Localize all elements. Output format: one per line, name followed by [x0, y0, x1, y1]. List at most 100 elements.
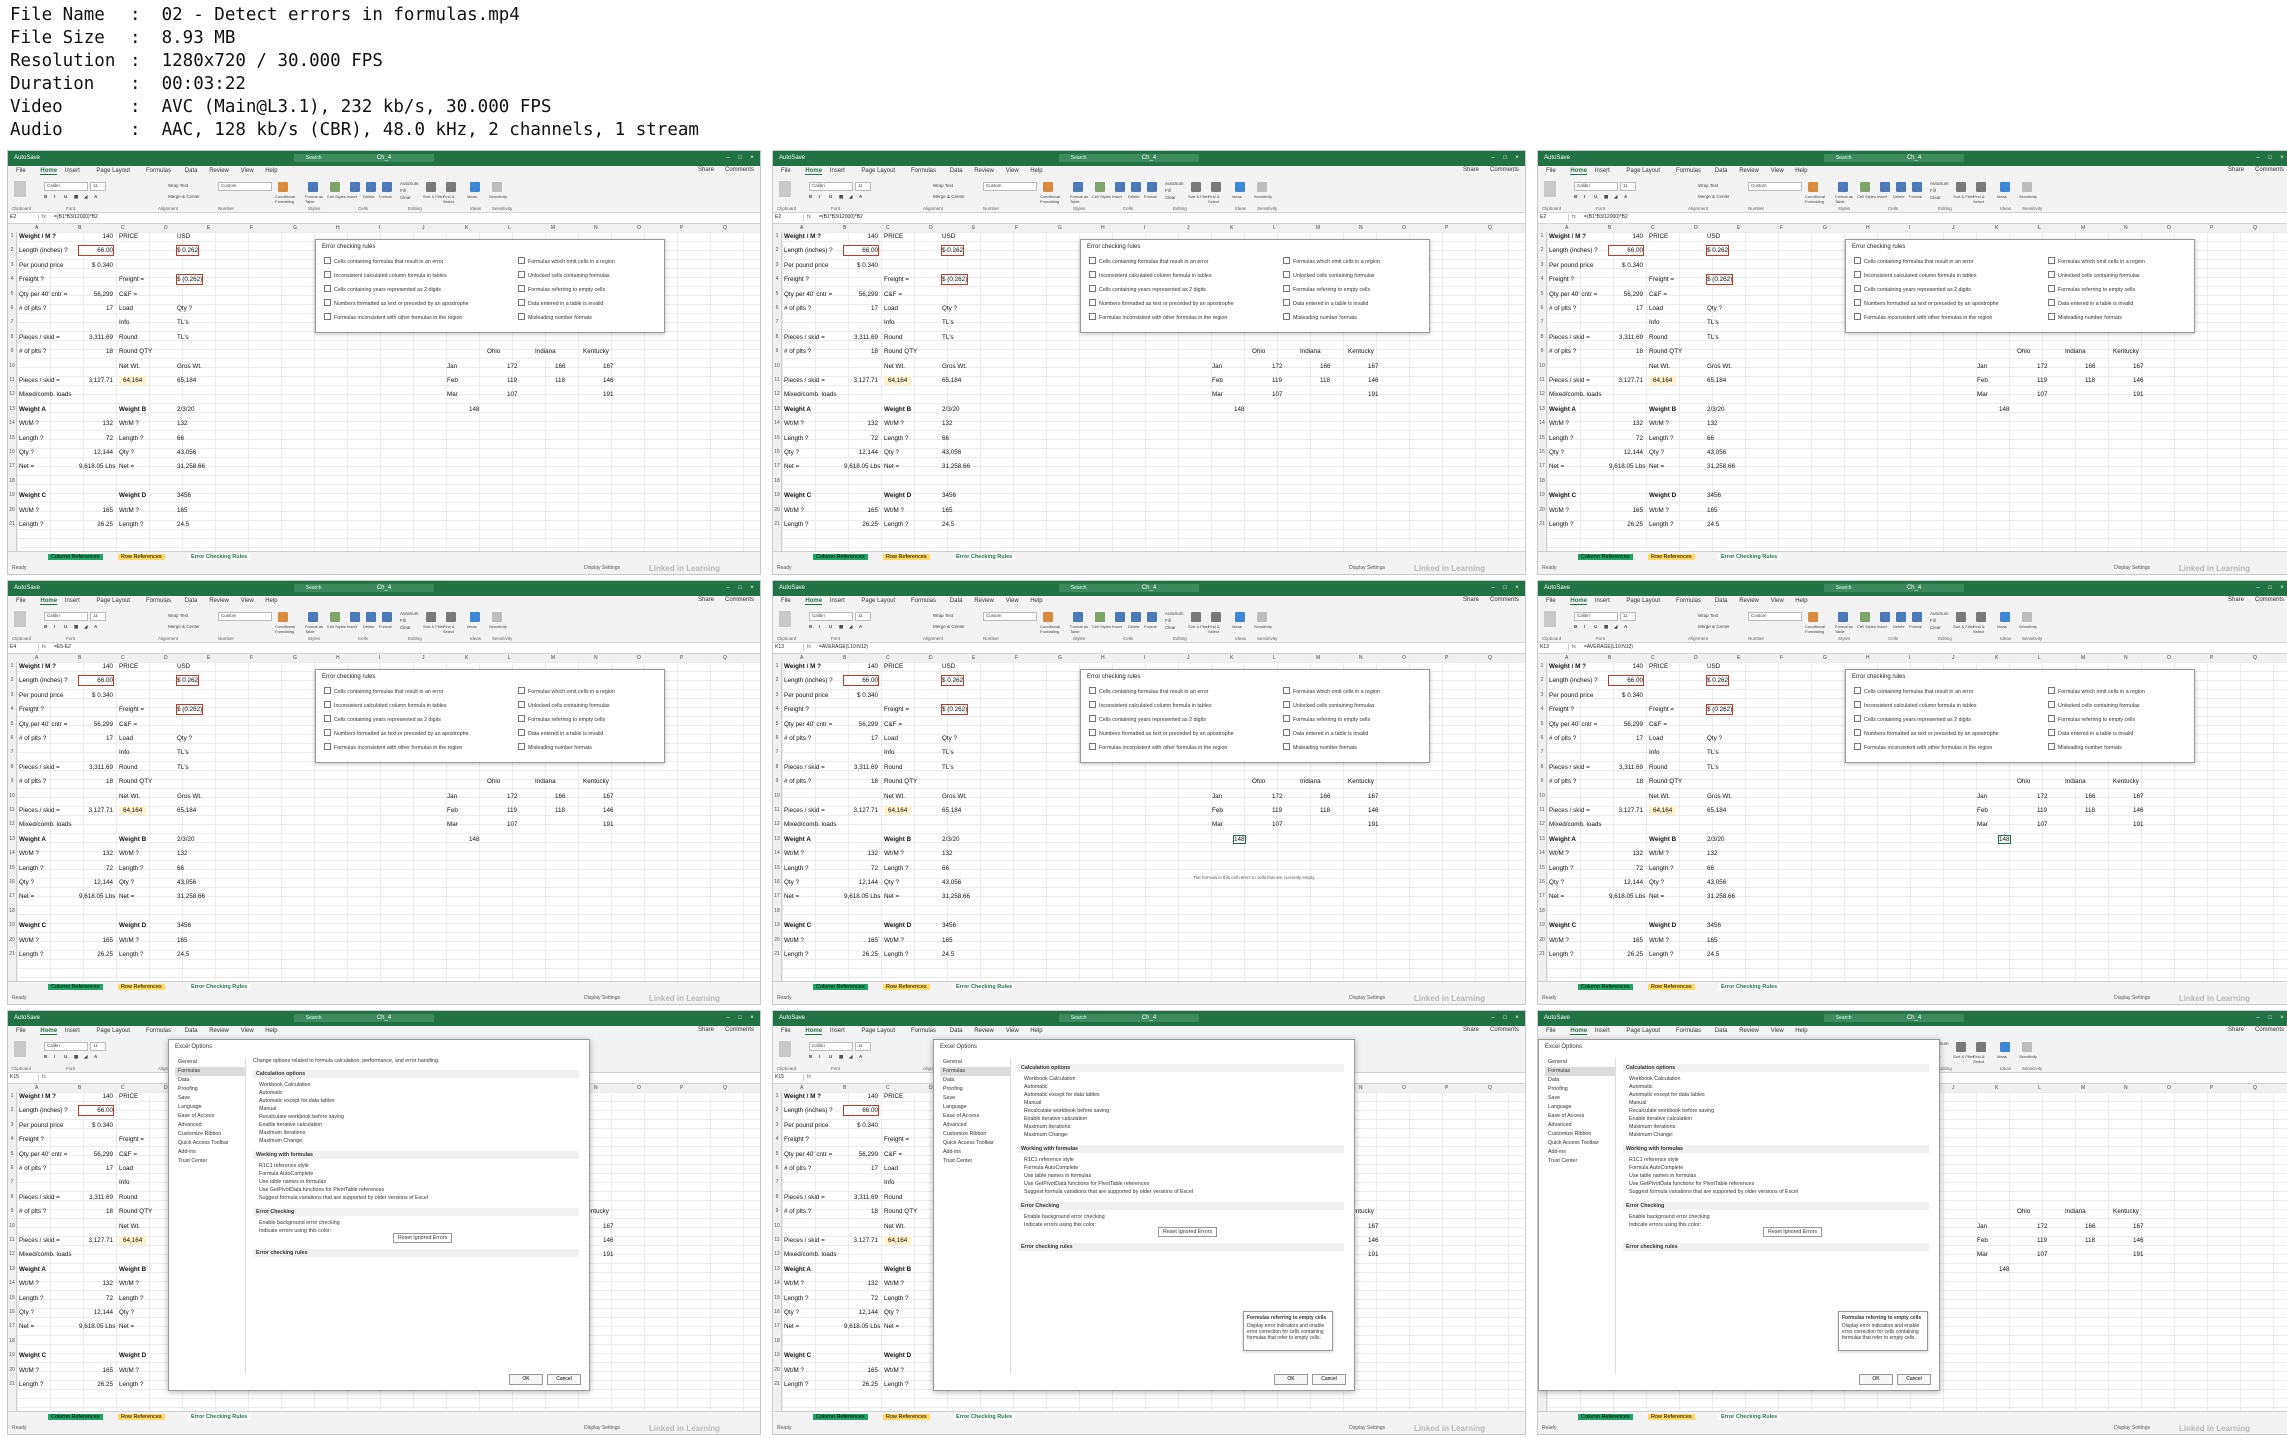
column-header[interactable]: J [422, 655, 425, 661]
cell-label-2[interactable]: Net = [884, 462, 899, 471]
share-button[interactable]: Share [698, 1027, 714, 1033]
sheet-tab-3[interactable]: Error Checking Rules [953, 1414, 1016, 1420]
search-box[interactable]: Search [1823, 584, 1964, 592]
rule-checkbox[interactable]: Unlocked cells containing formulas [2048, 701, 2140, 709]
cell-value[interactable]: 9,618.05 Lbs [1609, 462, 1645, 471]
tab-formulas[interactable]: Formulas [1676, 168, 1701, 174]
cell-label-2[interactable]: Round [884, 763, 903, 772]
cell-value-2[interactable]: TL's [177, 748, 189, 757]
error-option[interactable]: Enable background error checking [1018, 1213, 1344, 1221]
underline-icon[interactable]: U [829, 1054, 832, 1059]
tab-formulas[interactable]: Formulas [911, 168, 936, 174]
reset-ignored-errors-button[interactable]: Reset Ignored Errors [393, 1233, 453, 1243]
cell-label-2[interactable]: Length ? [119, 434, 144, 443]
cell-label[interactable]: Length ? [19, 1294, 44, 1303]
format-cells-button[interactable] [1147, 612, 1157, 622]
ok-button[interactable]: OK [509, 1374, 543, 1385]
column-header[interactable]: I [1909, 655, 1910, 661]
region-cell[interactable]: 167 [1368, 1223, 1379, 1230]
bold-icon[interactable]: B [44, 624, 47, 629]
cell-value-2[interactable]: 165 [1707, 506, 1718, 515]
cell-value-2[interactable]: 165 [942, 506, 953, 515]
tab-page-layout[interactable]: Page Layout [1626, 1028, 1660, 1034]
nav-item-ease-of-access[interactable]: Ease of Access [1545, 1112, 1615, 1121]
sheet-tab-2[interactable]: Row References [1648, 984, 1695, 990]
cell-value[interactable]: 17 [79, 1164, 113, 1173]
cell-label-2[interactable]: Length ? [884, 864, 909, 873]
cell-value[interactable]: 3,311.69 [1609, 763, 1643, 772]
cell-label[interactable]: Per pound price [784, 691, 828, 700]
tab-insert[interactable]: Insert [1595, 168, 1610, 174]
cell-value-2[interactable]: 165 [942, 936, 953, 945]
column-header[interactable]: M [551, 225, 555, 231]
cell-label-2[interactable]: 64,164 [884, 806, 912, 815]
cell-value[interactable]: 66.00 [1608, 675, 1644, 687]
cell-value-2[interactable]: 132 [177, 849, 188, 858]
cell-label[interactable]: Wt/M ? [19, 419, 39, 428]
column-header[interactable]: J [1952, 225, 1955, 231]
cell-value-2[interactable]: USD [942, 232, 955, 241]
sheet-tab-1[interactable]: Column References [1578, 554, 1633, 560]
cell-value-2[interactable]: $ (0.262) [175, 274, 204, 286]
maximize-icon[interactable]: □ [1501, 584, 1509, 592]
name-box[interactable]: K13 [1540, 644, 1569, 651]
font-name[interactable]: Calibri [809, 612, 853, 621]
cell-label-2[interactable]: Round [119, 333, 138, 342]
cell-label[interactable]: Weight C [19, 491, 46, 500]
cell-label-2[interactable]: Round QTY [119, 1207, 152, 1216]
cell-value[interactable]: 18 [1609, 777, 1643, 786]
rule-checkbox[interactable]: Unlocked cells containing formulas [1283, 701, 1375, 709]
calc-option[interactable]: Maximum Change: [1623, 1131, 1929, 1139]
cell-value[interactable]: 18 [844, 347, 878, 356]
cell-label[interactable]: Wt/M ? [784, 419, 804, 428]
tab-insert[interactable]: Insert [65, 1028, 80, 1034]
nav-item-add-ins[interactable]: Add-ins [1545, 1148, 1615, 1157]
cell-label-2[interactable]: Round [1649, 333, 1668, 342]
nav-item-language[interactable]: Language [1545, 1103, 1615, 1112]
clear-button[interactable]: Clear [1165, 195, 1176, 200]
fill-button[interactable]: Fill [1165, 188, 1171, 193]
cell-label[interactable]: Net = [784, 462, 799, 471]
autosave-toggle[interactable]: AutoSave [14, 1015, 40, 1021]
sheet-tab-2[interactable]: Row References [1648, 554, 1695, 560]
clear-button[interactable]: Clear [400, 625, 411, 630]
nav-item-proofing[interactable]: Proofing [940, 1085, 1010, 1094]
cell-label[interactable]: Pieces / skid = [19, 1193, 60, 1202]
cell-value[interactable]: 18 [79, 347, 113, 356]
column-header[interactable]: M [2081, 1085, 2085, 1091]
column-header[interactable]: A [800, 225, 803, 231]
cell-label[interactable]: Pieces / skid = [784, 333, 825, 342]
sort-filter-button[interactable] [1956, 182, 1966, 192]
cell-value-2[interactable]: 165 [177, 936, 188, 945]
sheet-tab-3[interactable]: Error Checking Rules [188, 554, 251, 560]
region-cell[interactable]: 191 [603, 391, 614, 398]
tab-home[interactable]: Home [805, 1028, 823, 1035]
tab-home[interactable]: Home [40, 168, 58, 175]
font-size[interactable]: 11 [90, 182, 106, 191]
column-header[interactable]: G [1823, 225, 1827, 231]
column-header[interactable]: G [1058, 225, 1062, 231]
cell-label[interactable]: Length ? [1549, 520, 1574, 529]
cell-value[interactable]: 3,127.71 [79, 806, 113, 815]
column-header[interactable]: N [1359, 1085, 1363, 1091]
formula-input[interactable]: =(B1*B3/12000)*B2 [1584, 214, 1628, 220]
cell-value[interactable]: 17 [1609, 734, 1643, 743]
column-header[interactable]: O [637, 225, 641, 231]
cell-label-2[interactable]: Freight = [884, 705, 909, 714]
region-cell[interactable]: 166 [2085, 793, 2096, 800]
cell-value-2[interactable]: Qty ? [1707, 734, 1722, 743]
column-header[interactable]: D [1694, 225, 1698, 231]
calc-option[interactable]: Workbook Calculation [1018, 1075, 1344, 1083]
cell-label[interactable]: Weight A [19, 1265, 46, 1274]
fill-button[interactable]: Fill [400, 618, 406, 623]
column-header[interactable]: B [1608, 225, 1611, 231]
calc-option[interactable]: Recalculate workbook before saving [253, 1113, 579, 1121]
tab-insert[interactable]: Insert [830, 598, 845, 604]
cell-label-2[interactable]: Info [119, 318, 130, 327]
calc-option[interactable]: Manual [1623, 1099, 1929, 1107]
cell-label[interactable]: Qty ? [19, 448, 34, 457]
region-cell[interactable]: 172 [2037, 1223, 2048, 1230]
cell-label-2[interactable]: Wt/M ? [119, 849, 139, 858]
cell-label[interactable]: Pieces / skid = [19, 1236, 60, 1245]
cell-label-2[interactable]: Round QTY [1649, 347, 1682, 356]
